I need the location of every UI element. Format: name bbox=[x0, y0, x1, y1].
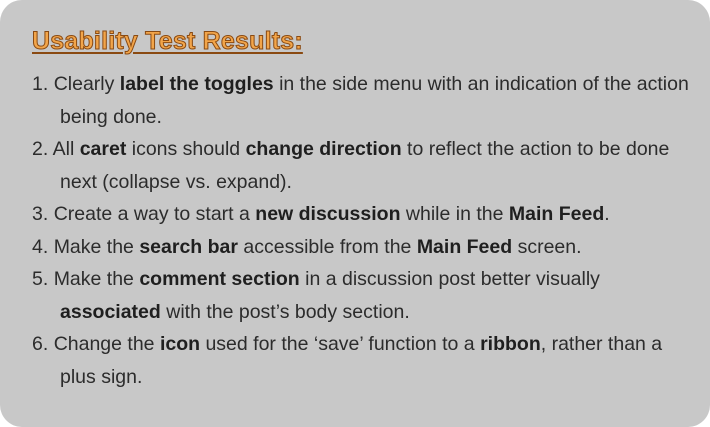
list-item: 4. Make the search bar accessible from t… bbox=[32, 231, 690, 264]
item-number: 6. bbox=[32, 333, 49, 355]
item-text-bold: label the toggles bbox=[119, 73, 274, 95]
results-list: 1. Clearly label the toggles in the side… bbox=[32, 68, 690, 393]
list-item: 1. Clearly label the toggles in the side… bbox=[32, 68, 690, 133]
list-item: 6. Change the icon used for the ‘save’ f… bbox=[32, 328, 690, 393]
item-text: icons should bbox=[126, 138, 246, 160]
list-item: 5. Make the comment section in a discuss… bbox=[32, 263, 690, 328]
item-text: used for the ‘save’ function to a bbox=[200, 333, 481, 355]
item-text: . bbox=[604, 203, 610, 225]
list-item: 2. All caret icons should change directi… bbox=[32, 133, 690, 198]
item-text-bold: comment section bbox=[139, 268, 300, 290]
item-number: 4. bbox=[32, 235, 49, 258]
item-number: 1. bbox=[32, 73, 49, 95]
item-text-bold: new discussion bbox=[255, 203, 401, 225]
item-text-bold: icon bbox=[159, 333, 201, 355]
item-text: Clearly bbox=[53, 73, 120, 95]
item-text-bold: Main Feed bbox=[416, 235, 513, 258]
item-text-bold: search bar bbox=[139, 235, 238, 258]
item-text: screen. bbox=[512, 235, 582, 258]
item-text-bold: associated bbox=[60, 300, 161, 323]
item-text: in a discussion post better visually bbox=[299, 268, 600, 290]
item-text: All bbox=[52, 138, 80, 160]
results-title: Usability Test Results: bbox=[32, 27, 304, 56]
item-text-bold: caret bbox=[79, 138, 127, 160]
item-number: 5. bbox=[32, 268, 49, 290]
item-text-bold: change direction bbox=[245, 138, 402, 160]
item-text: accessible from the bbox=[237, 235, 417, 258]
results-card: Usability Test Results: 1. Clearly label… bbox=[0, 0, 710, 427]
item-text-bold: ribbon bbox=[480, 333, 541, 355]
item-text: while in the bbox=[400, 203, 509, 225]
item-number: 2. bbox=[32, 138, 49, 160]
item-text: with the post’s body section. bbox=[160, 300, 410, 323]
item-text: Make the bbox=[53, 268, 140, 290]
item-text-bold: Main Feed bbox=[508, 203, 605, 225]
list-item: 3. Create a way to start a new discussio… bbox=[32, 198, 690, 231]
item-number: 3. bbox=[32, 203, 49, 225]
item-text: Create a way to start a bbox=[53, 203, 256, 225]
item-text: Make the bbox=[53, 235, 140, 258]
item-text: Change the bbox=[53, 333, 160, 355]
